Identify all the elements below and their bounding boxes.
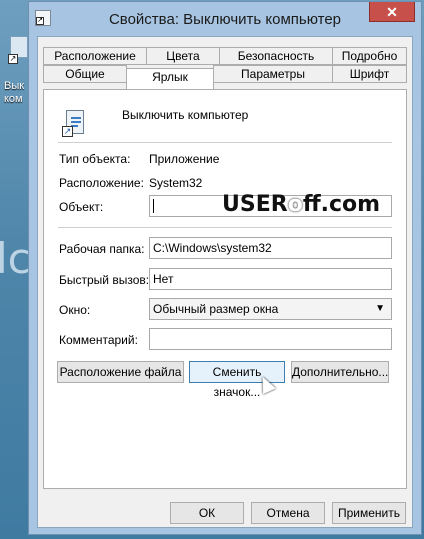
hotkey-input[interactable]: Нет bbox=[149, 268, 392, 290]
site-watermark: USERoff.com bbox=[222, 192, 381, 217]
desktop-shortcut-label[interactable]: Вык ком bbox=[4, 80, 24, 106]
dialog-client-area: Расположение Цвета Безопасность Подробно… bbox=[37, 36, 413, 528]
application-icon: ↗ bbox=[62, 110, 86, 140]
workdir-label: Рабочая папка: bbox=[59, 242, 145, 256]
advanced-button[interactable]: Дополнительно... bbox=[291, 361, 389, 383]
hotkey-label: Быстрый вызов: bbox=[59, 273, 150, 287]
tab-shortcut[interactable]: Ярлык bbox=[126, 68, 214, 89]
tab-details[interactable]: Подробно bbox=[332, 47, 407, 65]
tab-security[interactable]: Безопасность bbox=[219, 47, 333, 65]
object-label: Объект: bbox=[59, 200, 104, 214]
tab-colors[interactable]: Цвета bbox=[146, 47, 220, 65]
text-caret bbox=[153, 198, 154, 213]
desktop-background-text: lc bbox=[0, 234, 31, 283]
type-label: Тип объекта: bbox=[59, 152, 131, 166]
shortcut-panel: ↗ Выключить компьютер Тип объекта: Прило… bbox=[43, 89, 407, 489]
cancel-button[interactable]: Отмена bbox=[251, 502, 325, 524]
location-label: Расположение: bbox=[59, 176, 144, 190]
title-bar[interactable]: ↗ Свойства: Выключить компьютер ✕ bbox=[29, 2, 421, 36]
tab-options[interactable]: Параметры bbox=[213, 65, 333, 83]
comment-label: Комментарий: bbox=[59, 333, 138, 347]
ok-button[interactable]: ОК bbox=[170, 502, 244, 524]
divider bbox=[58, 142, 392, 143]
apply-button[interactable]: Применить bbox=[332, 502, 406, 524]
window-mode-label: Окно: bbox=[59, 303, 91, 317]
tab-general[interactable]: Общие bbox=[43, 65, 127, 83]
workdir-input[interactable]: C:\Windows\system32 bbox=[149, 237, 392, 259]
tab-font[interactable]: Шрифт bbox=[332, 65, 407, 83]
window-title: Свойства: Выключить компьютер bbox=[108, 11, 342, 28]
location-value: System32 bbox=[149, 176, 203, 190]
divider bbox=[58, 227, 392, 228]
chevron-down-icon: ▼ bbox=[375, 303, 385, 314]
type-value: Приложение bbox=[149, 152, 220, 166]
close-button[interactable]: ✕ bbox=[369, 2, 415, 22]
tab-location[interactable]: Расположение bbox=[43, 47, 147, 65]
desktop-shortcut-icon[interactable]: ↗ bbox=[4, 36, 30, 72]
shortcut-name: Выключить компьютер bbox=[122, 108, 249, 122]
comment-input[interactable] bbox=[149, 328, 392, 350]
file-location-button[interactable]: Расположение файла bbox=[57, 361, 184, 383]
properties-window: ↗ Свойства: Выключить компьютер ✕ Распол… bbox=[28, 1, 422, 535]
window-mode-select[interactable]: Обычный размер окна ▼ bbox=[149, 298, 392, 320]
